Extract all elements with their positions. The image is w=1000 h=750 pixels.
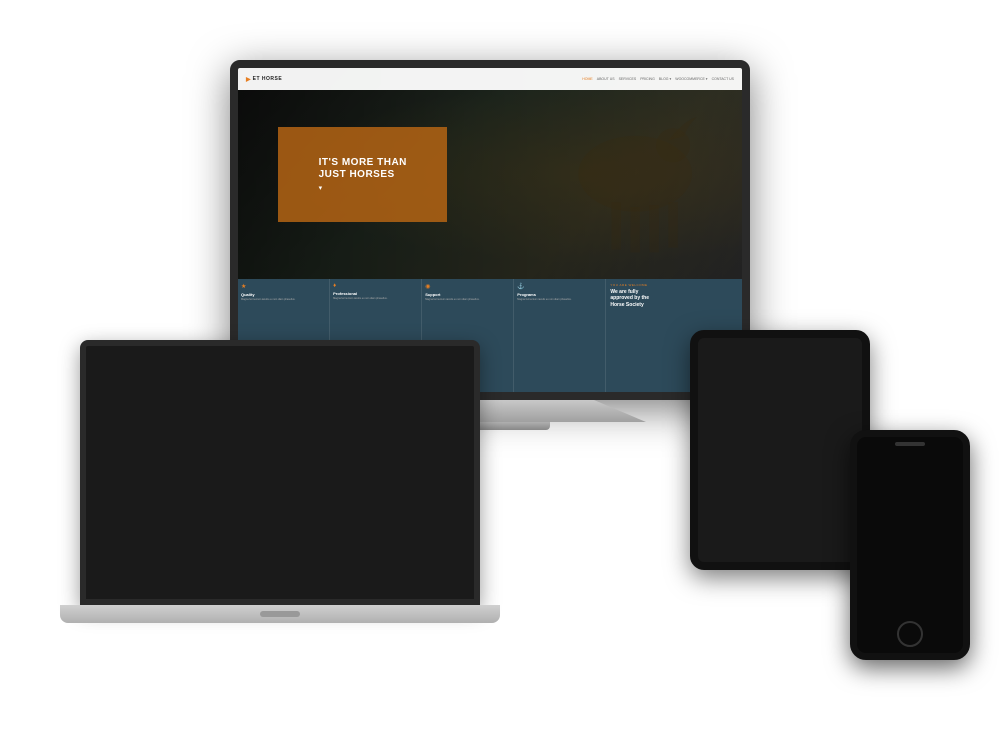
laptop-screen: ▶ ET HORSE HOME ABOUT US SERVICES PRICIN… (86, 346, 474, 599)
feature-programs-text: Magna fermentum iaculis eu non diam phas… (517, 298, 602, 301)
nav-contact: CONTACT US (712, 77, 734, 81)
nav-home: HOME (582, 77, 593, 81)
phone-device: ▶ ET HORSE IT'S MORE THAN JUST HORSES (850, 430, 970, 660)
desktop-logo: ▶ ET HORSE (246, 76, 282, 83)
logo-text: ET HORSE (253, 76, 283, 82)
desktop-hero-heading: IT'S MORE THAN JUST HORSES ▾ (278, 127, 447, 222)
nav-blog: BLOG ▾ (659, 77, 671, 81)
desktop-hero-title: IT'S MORE THAN JUST HORSES (319, 157, 407, 181)
hero-arrow-icon: ▾ (319, 184, 407, 192)
feature-quality-title: Quality (241, 292, 326, 297)
tablet-body: ▶ ET HORSE IT'S MORE THAN JUST HORSES (690, 330, 870, 570)
phone-screen: ▶ ET HORSE IT'S MORE THAN JUST HORSES (857, 437, 963, 653)
logo-arrow-icon: ▶ (246, 76, 251, 83)
feature-programs: ⚓ Programs Magna fermentum iaculis eu no… (514, 279, 606, 392)
feature-support-text: Magna fermentum iaculis eu non diam phas… (425, 298, 510, 301)
horse-silhouette-icon (465, 79, 742, 269)
welcome-heading: We are fully approved by the Horse Socie… (610, 289, 738, 309)
phone-body: ▶ ET HORSE IT'S MORE THAN JUST HORSES (850, 430, 970, 660)
tablet-device: ▶ ET HORSE IT'S MORE THAN JUST HORSES (690, 330, 870, 570)
nav-about: ABOUT US (597, 77, 615, 81)
professional-icon: ♦ (333, 283, 418, 289)
nav-pricing: PRICING (640, 77, 655, 81)
feature-professional-text: Magna fermentum iaculis eu non diam phas… (333, 297, 418, 300)
quality-icon: ★ (241, 283, 326, 290)
feature-support-title: Support (425, 292, 510, 297)
desktop-hero: IT'S MORE THAN JUST HORSES ▾ (238, 68, 742, 279)
laptop-device: ▶ ET HORSE HOME ABOUT US SERVICES PRICIN… (80, 340, 480, 650)
desktop-nav-links: HOME ABOUT US SERVICES PRICING BLOG ▾ WO… (582, 77, 734, 81)
support-icon: ◉ (425, 283, 510, 290)
scene: ▶ ET HORSE HOME ABOUT US SERVICES PRICIN… (0, 0, 1000, 750)
nav-woo: WOOCOMMERCE ▾ (675, 77, 707, 81)
welcome-label: YOU ARE WELCOME (610, 283, 738, 287)
feature-professional-title: Professional (333, 291, 418, 296)
laptop-screen-wrapper: ▶ ET HORSE HOME ABOUT US SERVICES PRICIN… (80, 340, 480, 605)
desktop-nav: ▶ ET HORSE HOME ABOUT US SERVICES PRICIN… (238, 68, 742, 90)
feature-programs-title: Programs (517, 292, 602, 297)
laptop-bottom (60, 605, 500, 623)
programs-icon: ⚓ (517, 283, 602, 290)
feature-quality-text: Magna fermentum iaculis eu non diam phas… (241, 298, 326, 301)
tablet-screen: ▶ ET HORSE IT'S MORE THAN JUST HORSES (698, 338, 862, 562)
nav-services: SERVICES (619, 77, 637, 81)
